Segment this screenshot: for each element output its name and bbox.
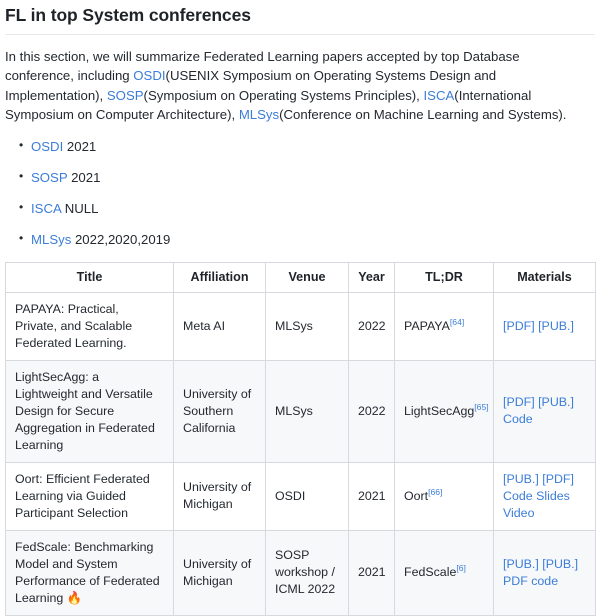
cell-venue: MLSys [266,360,349,462]
table-row: LightSecAgg: a Lightweight and Versatile… [6,360,596,462]
intro-text-5: (Conference on Machine Learning and Syst… [279,107,566,122]
conference-link-sosp[interactable]: SOSP [31,170,67,185]
cell-tldr: LightSecAgg[65] [395,360,494,462]
cell-venue: MLSys [266,292,349,360]
citation-ref[interactable]: [66] [428,486,442,496]
cell-year: 2022 [349,292,395,360]
cell-affiliation: University of Michigan [174,462,266,530]
material-link[interactable]: Video [503,505,586,522]
papers-table: Title Affiliation Venue Year TL;DR Mater… [5,262,596,616]
list-item: OSDI 2021 [31,138,595,155]
conference-years: 2021 [67,170,100,185]
cell-venue: OSDI [266,462,349,530]
table-body: PAPAYA: Practical, Private, and Scalable… [6,292,596,615]
conference-years: 2021 [63,139,96,154]
cell-year: 2021 [349,462,395,530]
cell-affiliation: University of Michigan [174,530,266,615]
conference-link-isca[interactable]: ISCA [31,201,61,216]
citation-ref[interactable]: [6] [456,563,466,573]
table-row: Oort: Efficient Federated Learning via G… [6,462,596,530]
material-link[interactable]: Code [503,411,586,428]
column-header-affiliation: Affiliation [174,262,266,292]
table-header: Title Affiliation Venue Year TL;DR Mater… [6,262,596,292]
column-header-title: Title [6,262,174,292]
cell-affiliation: University of Southern California [174,360,266,462]
tldr-text: PAPAYA [404,319,450,333]
conference-list: OSDI 2021 SOSP 2021 ISCA NULL MLSys 2022… [5,138,595,248]
tldr-text: LightSecAgg [404,404,474,418]
cell-tldr: FedScale[6] [395,530,494,615]
citation-ref[interactable]: [64] [450,316,464,326]
cell-materials: [PUB.] [PDF]Code SlidesVideo [494,462,596,530]
list-item: SOSP 2021 [31,169,595,186]
cell-materials: [PDF] [PUB.]Code [494,360,596,462]
tldr-text: FedScale [404,565,456,579]
column-header-venue: Venue [266,262,349,292]
material-link[interactable]: Code Slides [503,488,586,505]
list-item: MLSys 2022,2020,2019 [31,231,595,248]
conference-link-mlsys[interactable]: MLSys [31,232,71,247]
conference-years: 2022,2020,2019 [71,232,170,247]
tldr-text: Oort [404,489,428,503]
conference-link-osdi[interactable]: OSDI [31,139,63,154]
cell-year: 2021 [349,530,395,615]
table-row: PAPAYA: Practical, Private, and Scalable… [6,292,596,360]
link-mlsys[interactable]: MLSys [239,107,279,122]
intro-paragraph: In this section, we will summarize Feder… [5,47,595,125]
link-sosp[interactable]: SOSP [107,88,144,103]
table-header-row: Title Affiliation Venue Year TL;DR Mater… [6,262,596,292]
cell-materials: [PUB.] [PUB.]PDF code [494,530,596,615]
conference-years: NULL [61,201,98,216]
cell-affiliation: Meta AI [174,292,266,360]
intro-text-3: (Symposium on Operating Systems Principl… [144,88,424,103]
cell-year: 2022 [349,360,395,462]
material-link[interactable]: [PUB.] [PUB.] [503,556,586,573]
link-osdi[interactable]: OSDI [133,68,165,83]
page-title: FL in top System conferences [5,5,595,35]
cell-title: Oort: Efficient Federated Learning via G… [6,462,174,530]
list-item: ISCA NULL [31,200,595,217]
column-header-materials: Materials [494,262,596,292]
material-link[interactable]: [PUB.] [PDF] [503,471,586,488]
material-link[interactable]: [PDF] [PUB.] [503,318,586,335]
citation-ref[interactable]: [65] [474,401,488,411]
link-isca[interactable]: ISCA [424,88,455,103]
cell-venue: SOSP workshop / ICML 2022 [266,530,349,615]
cell-title: PAPAYA: Practical, Private, and Scalable… [6,292,174,360]
cell-materials: [PDF] [PUB.] [494,292,596,360]
column-header-tldr: TL;DR [395,262,494,292]
cell-tldr: PAPAYA[64] [395,292,494,360]
table-row: FedScale: Benchmarking Model and System … [6,530,596,615]
page-container: FL in top System conferences In this sec… [0,5,600,616]
cell-title: FedScale: Benchmarking Model and System … [6,530,174,615]
material-link[interactable]: [PDF] [PUB.] [503,394,586,411]
cell-tldr: Oort[66] [395,462,494,530]
cell-title: LightSecAgg: a Lightweight and Versatile… [6,360,174,462]
column-header-year: Year [349,262,395,292]
material-link[interactable]: PDF code [503,573,586,590]
